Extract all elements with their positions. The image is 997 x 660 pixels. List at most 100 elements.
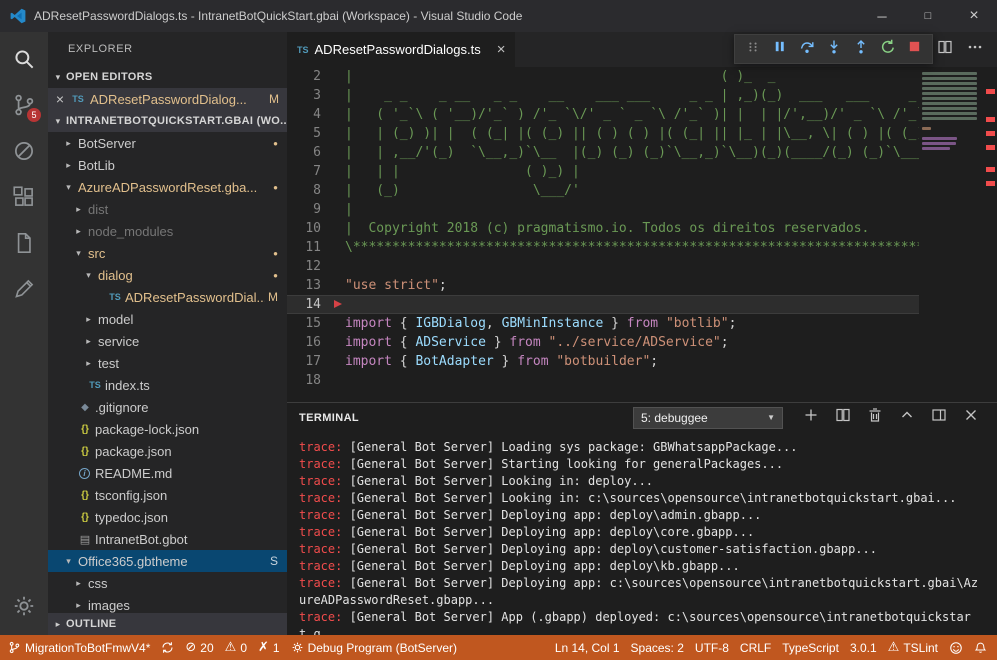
line-number[interactable]: 4 (287, 105, 327, 124)
tree-item-tsconfig-json[interactable]: {}tsconfig.json (48, 484, 287, 506)
tree-item-index-ts[interactable]: TSindex.ts (48, 374, 287, 396)
line-number[interactable]: 11 (287, 238, 327, 257)
statusbar-language-mode[interactable]: TypeScript (782, 641, 839, 655)
code-line-14[interactable]: 14 (287, 295, 997, 314)
code-line-6[interactable]: 6| | ,__/'(_) `\__,_)`\__ |(_) (_) (_)`\… (287, 143, 997, 162)
activity-source-control-button[interactable]: 5 (0, 82, 48, 128)
step-over-button[interactable] (793, 35, 820, 63)
maximize-button[interactable]: □ (905, 0, 951, 32)
panel-layout-button[interactable] (925, 405, 953, 431)
folder-collapsed-icon[interactable]: ▸ (72, 204, 85, 215)
kill-terminal-button[interactable] (861, 405, 889, 431)
statusbar-cursor-position[interactable]: Ln 14, Col 1 (555, 641, 620, 655)
statusbar-notifications[interactable] (974, 641, 987, 655)
line-number[interactable]: 6 (287, 143, 327, 162)
maximize-panel-button[interactable] (893, 405, 921, 431)
line-number[interactable]: 18 (287, 371, 327, 390)
folder-collapsed-icon[interactable]: ▸ (82, 314, 95, 325)
code-line-18[interactable]: 18 (287, 371, 997, 390)
folder-collapsed-icon[interactable]: ▸ (72, 578, 85, 589)
tree-item-package-lock-json[interactable]: {}package-lock.json (48, 418, 287, 440)
statusbar-typescript-version[interactable]: 3.0.1 (850, 641, 877, 655)
pause-button[interactable] (766, 35, 793, 63)
tree-item-dialog[interactable]: ▾dialog● (48, 264, 287, 286)
line-number[interactable]: 15 (287, 314, 327, 333)
code-line-5[interactable]: 5| | (_) )| | ( (_| |( (_) || ( ) ( ) |(… (287, 124, 997, 143)
activity-debug-button[interactable] (0, 128, 48, 174)
code-line-16[interactable]: 16import { ADService } from "../service/… (287, 333, 997, 352)
statusbar-git-branch[interactable]: MigrationToBotFmwV4* (8, 641, 150, 655)
open-editor-item[interactable]: ×TSADResetPasswordDialog...M (48, 88, 287, 110)
tab-close-icon[interactable]: × (497, 41, 506, 58)
restart-button[interactable] (874, 35, 901, 63)
code-line-15[interactable]: 15import { IGBDialog, GBMinInstance } fr… (287, 314, 997, 333)
code-line-11[interactable]: 11\*************************************… (287, 238, 997, 257)
code-line-10[interactable]: 10| Copyright 2018 (c) pragmatismo.io. T… (287, 219, 997, 238)
code-line-8[interactable]: 8| (_) \___/' | (287, 181, 997, 200)
code-line-9[interactable]: 9| | (287, 200, 997, 219)
drag-handle-button[interactable] (739, 35, 766, 63)
folder-collapsed-icon[interactable]: ▸ (62, 160, 75, 171)
new-terminal-button[interactable] (797, 405, 825, 431)
tree-item-readme-md[interactable]: iREADME.md (48, 462, 287, 484)
line-number[interactable]: 16 (287, 333, 327, 352)
statusbar-sync[interactable] (161, 641, 174, 654)
terminal-selector-dropdown[interactable]: 5: debuggee ▼ (633, 407, 783, 429)
more-actions-button[interactable] (963, 39, 987, 60)
activity-settings-button[interactable] (0, 583, 48, 629)
folder-expanded-icon[interactable]: ▾ (72, 248, 85, 259)
line-number[interactable]: 17 (287, 352, 327, 371)
code-line-3[interactable]: 3| _ _ _ __ _ _ __ ___ ___ _ _ | ,_)(_) … (287, 86, 997, 105)
terminal-tab[interactable]: TERMINAL (299, 412, 359, 424)
statusbar-encoding[interactable]: UTF-8 (695, 641, 729, 655)
line-number[interactable]: 14 (287, 295, 327, 314)
folder-expanded-icon[interactable]: ▾ (62, 182, 75, 193)
close-button[interactable]: × (951, 0, 997, 32)
statusbar-errors[interactable]: ⊘20 (185, 641, 213, 655)
tree-item-office365-gbtheme[interactable]: ▾Office365.gbthemeS (48, 550, 287, 572)
workspace-header[interactable]: ▾ INTRANETBOTQUICKSTART.GBAI (WO... (48, 110, 287, 132)
statusbar-debug-program[interactable]: Debug Program (BotServer) (291, 641, 457, 655)
tree-item-model[interactable]: ▸model (48, 308, 287, 330)
tree-item-src[interactable]: ▾src● (48, 242, 287, 264)
folder-expanded-icon[interactable]: ▾ (62, 556, 75, 567)
activity-search-button[interactable] (0, 36, 48, 82)
folder-collapsed-icon[interactable]: ▸ (72, 226, 85, 237)
outline-header[interactable]: ▸ OUTLINE (48, 613, 287, 635)
statusbar-extra-count[interactable]: ✗1 (258, 641, 280, 655)
statusbar-feedback[interactable] (949, 641, 963, 655)
step-into-button[interactable] (820, 35, 847, 63)
tree-item-css[interactable]: ▸css (48, 572, 287, 594)
line-number[interactable]: 12 (287, 257, 327, 276)
open-editors-header[interactable]: ▾ OPEN EDITORS (48, 66, 287, 88)
tree-item-gitignore[interactable]: ◆.gitignore (48, 396, 287, 418)
minimap[interactable] (919, 67, 983, 402)
statusbar-tslint[interactable]: ⚠TSLint (888, 641, 938, 655)
line-number[interactable]: 8 (287, 181, 327, 200)
tree-item-botlib[interactable]: ▸BotLib (48, 154, 287, 176)
line-number[interactable]: 13 (287, 276, 327, 295)
code-line-4[interactable]: 4| ( '_`\ ( '__)/'_` ) /'_ `\/' _ ` _ `\… (287, 105, 997, 124)
tree-item-test[interactable]: ▸test (48, 352, 287, 374)
code-line-13[interactable]: 13"use strict"; (287, 276, 997, 295)
tree-item-node-modules[interactable]: ▸node_modules (48, 220, 287, 242)
folder-collapsed-icon[interactable]: ▸ (82, 336, 95, 347)
minimize-button[interactable]: ─ (859, 0, 905, 32)
folder-collapsed-icon[interactable]: ▸ (62, 138, 75, 149)
tree-item-typedoc-json[interactable]: {}typedoc.json (48, 506, 287, 528)
stop-button[interactable] (901, 35, 928, 63)
folder-expanded-icon[interactable]: ▾ (82, 270, 95, 281)
step-out-button[interactable] (847, 35, 874, 63)
code-line-2[interactable]: 2| ( )_ _ | (287, 67, 997, 86)
line-number[interactable]: 2 (287, 67, 327, 86)
statusbar-indentation[interactable]: Spaces: 2 (631, 641, 684, 655)
folder-collapsed-icon[interactable]: ▸ (82, 358, 95, 369)
tree-item-package-json[interactable]: {}package.json (48, 440, 287, 462)
tree-item-adresetpassworddial[interactable]: TSADResetPasswordDial...M (48, 286, 287, 308)
statusbar-warnings[interactable]: ⚠0 (225, 641, 247, 655)
split-editor-button[interactable] (933, 39, 957, 60)
tree-item-service[interactable]: ▸service (48, 330, 287, 352)
line-number[interactable]: 7 (287, 162, 327, 181)
line-number[interactable]: 10 (287, 219, 327, 238)
close-editor-icon[interactable]: × (54, 91, 66, 107)
